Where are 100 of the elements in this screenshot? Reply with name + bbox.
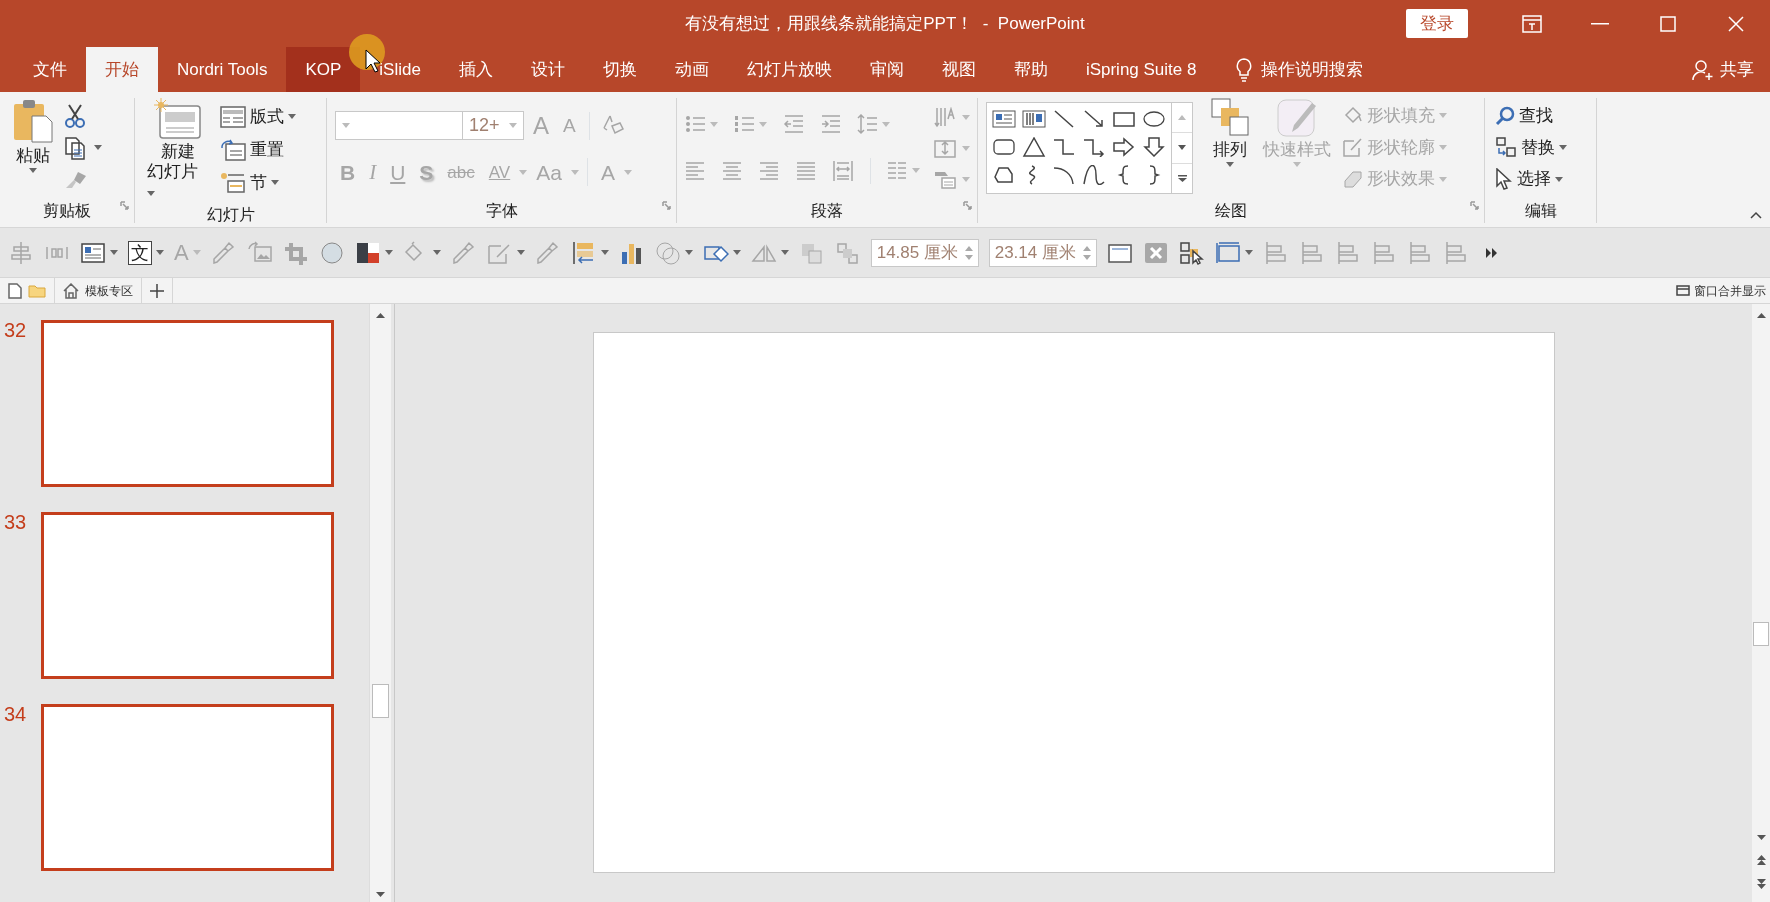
ribbon-tab[interactable]: 开始 [86, 47, 158, 92]
ribbon-tab[interactable]: iSpring Suite 8 [1066, 47, 1216, 92]
reset-button[interactable]: 重置 [218, 135, 299, 164]
paste-button[interactable]: 粘贴 [8, 98, 58, 199]
elbow-connector-shape[interactable] [1052, 137, 1076, 157]
text-glyph-button[interactable]: 文 [128, 240, 152, 265]
lightbulb-icon[interactable] [1235, 57, 1254, 82]
dialog-launcher-icon[interactable] [120, 201, 129, 211]
ungroup-icon[interactable] [834, 240, 861, 265]
previous-slide-icon[interactable] [1756, 855, 1766, 865]
slide-thumbnail[interactable] [41, 512, 334, 679]
color-swatch-icon[interactable] [354, 240, 381, 265]
increase-indent-icon[interactable] [820, 113, 841, 135]
tell-me-search[interactable]: 操作说明搜索 [1261, 56, 1364, 83]
numbering-icon[interactable] [734, 113, 755, 135]
vertical-text-box-shape[interactable] [1022, 109, 1046, 129]
merge-windows-label[interactable]: 窗口合并显示 [1694, 281, 1766, 300]
arrow-line-shape[interactable] [1082, 109, 1106, 129]
copy-icon[interactable] [64, 135, 86, 160]
justify-icon[interactable] [796, 160, 817, 181]
dialog-launcher-icon[interactable] [1470, 201, 1479, 211]
window-icon[interactable] [1676, 285, 1690, 296]
add-tab-icon[interactable] [150, 283, 164, 298]
size-field[interactable]: 23.14 厘米 [988, 238, 1097, 267]
template-tab[interactable]: 模板专区 [85, 281, 133, 300]
scroll-up-icon[interactable] [1756, 312, 1766, 318]
close-icon[interactable] [1728, 15, 1744, 32]
arc-shape[interactable] [1052, 165, 1076, 185]
align-right-icon[interactable] [759, 160, 780, 181]
ribbon-display-icon[interactable] [1522, 14, 1542, 33]
login-button[interactable]: 登录 [1406, 8, 1468, 39]
line-spacing-icon[interactable] [857, 113, 878, 135]
smartart-icon[interactable] [934, 169, 958, 190]
ribbon-tab[interactable]: 动画 [655, 47, 728, 92]
align-text-icon[interactable] [934, 138, 958, 159]
rounded-rectangle-shape[interactable] [992, 137, 1016, 157]
picture-rotate-icon[interactable] [246, 240, 273, 265]
decrease-indent-icon[interactable] [783, 113, 804, 135]
select-button[interactable]: 选择 [1493, 165, 1569, 193]
size-field[interactable]: 14.85 厘米 [870, 238, 979, 267]
scroll-up-icon[interactable] [376, 312, 385, 318]
line-shape[interactable] [1052, 109, 1076, 129]
triangle-shape[interactable] [1022, 137, 1046, 157]
ribbon-tab[interactable]: 设计 [511, 47, 584, 92]
eyedropper-icon[interactable] [534, 240, 561, 265]
crop-icon[interactable] [282, 240, 309, 265]
next-slide-icon[interactable] [1756, 879, 1766, 889]
dialog-launcher-icon[interactable] [963, 201, 972, 211]
font-name-field[interactable] [335, 111, 463, 140]
curve-shape[interactable] [1082, 165, 1106, 185]
spinner-icon[interactable] [964, 245, 973, 260]
ribbon-tab[interactable]: 文件 [14, 47, 86, 92]
select-pane-icon[interactable] [1178, 240, 1205, 265]
font-size-field[interactable]: 12+ [462, 111, 524, 140]
scroll-thumb[interactable] [1753, 622, 1769, 646]
distribute-icon[interactable] [833, 160, 854, 181]
scroll-down-icon[interactable] [1756, 834, 1766, 840]
replace-button[interactable]: 替换 [1493, 133, 1569, 162]
dialog-launcher-icon[interactable] [662, 201, 671, 211]
layout-button[interactable]: 版式 [218, 102, 299, 131]
new-file-icon[interactable] [8, 282, 22, 299]
rectangle-shape[interactable] [1112, 109, 1136, 129]
align-left-icon[interactable] [685, 160, 706, 181]
text-box-icon[interactable] [80, 240, 106, 265]
ribbon-tab[interactable]: 幻灯片放映 [727, 47, 851, 92]
section-button[interactable]: 节 [218, 168, 299, 197]
home-icon[interactable] [63, 282, 79, 299]
folder-icon[interactable] [28, 283, 46, 298]
ribbon-tab[interactable]: 审阅 [850, 47, 923, 92]
circle-icon[interactable] [318, 240, 345, 265]
align-center-icon[interactable] [8, 240, 34, 265]
scissors-icon[interactable] [64, 104, 86, 129]
delete-box-icon[interactable] [1142, 240, 1169, 265]
align-center-icon[interactable] [722, 160, 743, 181]
ribbon-tab[interactable]: 插入 [439, 47, 512, 92]
overlap-circles-icon[interactable] [654, 240, 681, 265]
arrange-button[interactable]: 排列 [1207, 98, 1253, 199]
ribbon-tab[interactable]: KOP [286, 47, 361, 92]
find-button[interactable]: 查找 [1493, 102, 1569, 130]
ribbon-tab[interactable]: 切换 [583, 47, 656, 92]
spinner-icon[interactable] [1082, 245, 1091, 260]
columns-icon[interactable] [887, 160, 908, 181]
slide-thumbnail[interactable] [41, 320, 334, 487]
ribbon-tab[interactable]: Nordri Tools [158, 47, 287, 92]
right-arrow-shape[interactable] [1112, 137, 1136, 157]
collapse-ribbon-icon[interactable] [1750, 211, 1762, 219]
eyedropper-icon[interactable] [450, 240, 477, 265]
ribbon-tab[interactable]: 视图 [922, 47, 995, 92]
eyedropper-icon[interactable] [210, 240, 237, 265]
new-slide-button[interactable]: 新建幻灯片 [143, 98, 213, 204]
scroll-thumb[interactable] [372, 684, 389, 718]
down-arrow-shape[interactable] [1142, 137, 1166, 157]
text-direction-icon[interactable] [934, 107, 958, 128]
person-add-icon[interactable] [1692, 58, 1714, 81]
text-box-shape[interactable] [992, 109, 1016, 129]
frame-icon[interactable] [1214, 240, 1241, 265]
freeform-shape[interactable] [992, 165, 1016, 185]
scroll-down-icon[interactable] [376, 891, 385, 897]
ribbon-tab[interactable]: 帮助 [994, 47, 1067, 92]
bullets-icon[interactable] [685, 113, 706, 135]
